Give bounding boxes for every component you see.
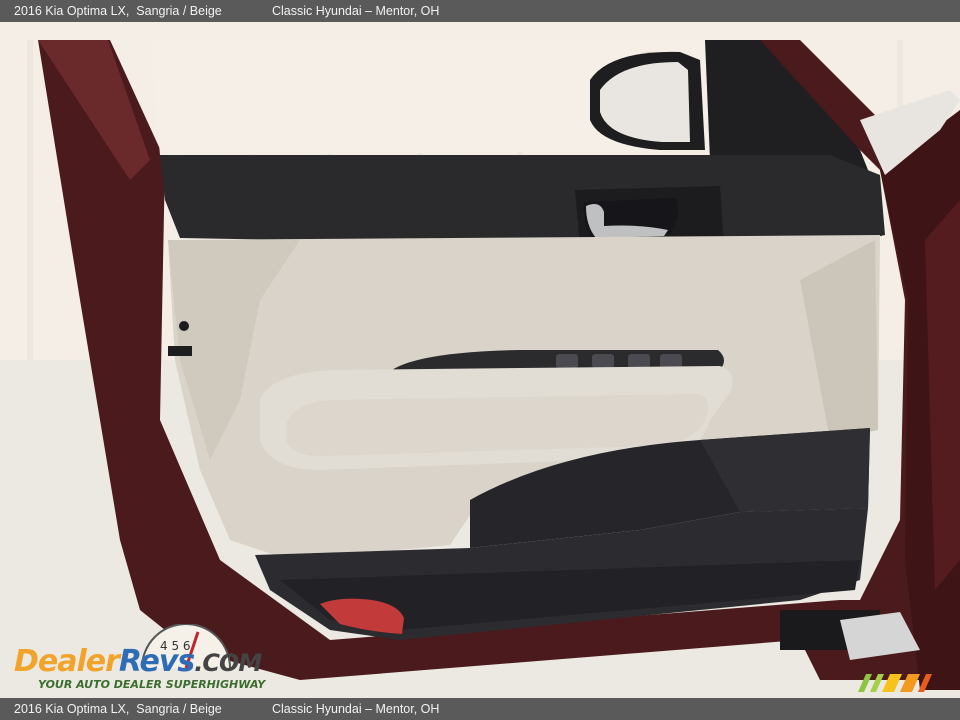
car-title-footer: 2016 Kia Optima LX, Sangria / Beige	[14, 702, 222, 716]
dealer-location-footer: Classic Hyundai – Mentor, OH	[272, 702, 440, 716]
door-photo	[0, 22, 960, 698]
brand-tagline: YOUR AUTO DEALER SUPERHIGHWAY	[38, 678, 266, 691]
bottom-caption-bar: 2016 Kia Optima LX, Sangria / Beige Clas…	[0, 698, 960, 720]
top-caption-bar: 2016 Kia Optima LX, Sangria / Beige Clas…	[0, 0, 960, 22]
dealer-location: Classic Hyundai – Mentor, OH	[272, 4, 440, 18]
car-title: 2016 Kia Optima LX, Sangria / Beige	[14, 4, 222, 18]
brand-wordmark: DealerRevs.COM	[14, 644, 262, 679]
dealerrevs-watermark: 4 5 6 DealerRevs.COM YOUR AUTO DEALER SU…	[12, 622, 272, 694]
mm-logo-icon	[858, 674, 932, 692]
